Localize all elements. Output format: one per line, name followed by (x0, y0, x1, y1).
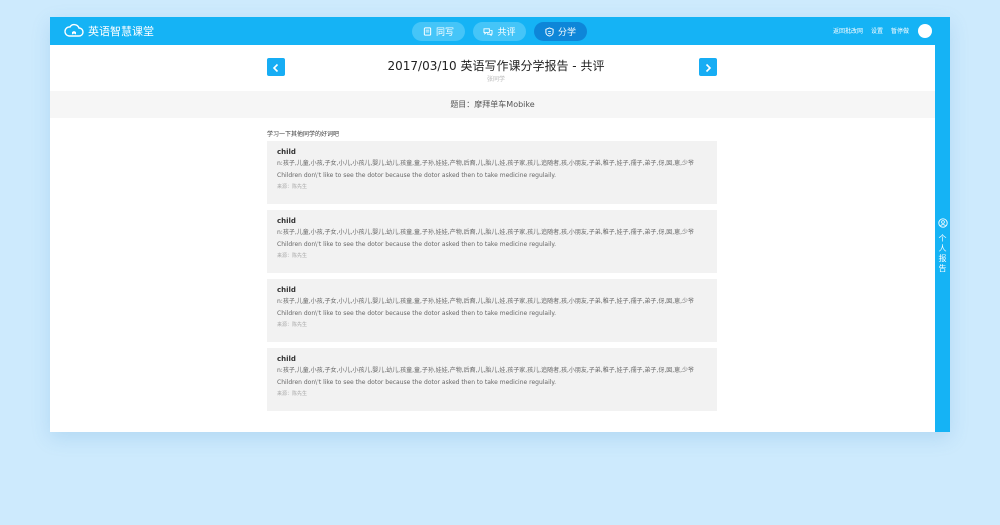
topic-bar: 题目：摩拜单车Mobike (50, 91, 935, 118)
card-example: Children don\'t like to see the dotor be… (277, 241, 557, 248)
card-example: Children don\'t like to see the dotor be… (277, 172, 557, 179)
tab-tongxie[interactable]: 同写 (412, 22, 465, 41)
logo[interactable]: 英语智慧课堂 (64, 22, 154, 40)
homework-link[interactable]: 暂停做 (891, 26, 909, 35)
card-definition: n:孩子,儿童,小孩,子女,小儿,小孩儿,婴儿,幼儿,孩童,童,子孙,娃娃,产物… (277, 160, 695, 167)
vocabulary-list: child n:孩子,儿童,小孩,子女,小儿,小孩儿,婴儿,幼儿,孩童,童,子孙… (267, 141, 717, 417)
top-links: 返回批改网 设置 暂停做 (833, 26, 909, 35)
topic-text: 题目：摩拜单车Mobike (450, 100, 535, 109)
page-title: 2017/03/10 英语写作课分学报告 - 共评 (387, 59, 605, 73)
card-word: child (277, 148, 296, 156)
vocabulary-card: child n:孩子,儿童,小孩,子女,小儿,小孩儿,婴儿,幼儿,孩童,童,子孙… (267, 279, 717, 342)
tab-fenxue[interactable]: 分学 (534, 22, 587, 41)
section-hint: 学习一下其他同学的好词吧 (267, 131, 340, 138)
cloud-book-icon (64, 23, 84, 39)
card-definition: n:孩子,儿童,小孩,子女,小儿,小孩儿,婴儿,幼儿,孩童,童,子孙,娃娃,产物… (277, 298, 695, 305)
card-source: 来源：陈先生 (277, 253, 308, 259)
card-definition: n:孩子,儿童,小孩,子女,小儿,小孩儿,婴儿,幼儿,孩童,童,子孙,娃娃,产物… (277, 229, 695, 236)
card-definition: n:孩子,儿童,小孩,子女,小儿,小孩儿,婴儿,幼儿,孩童,童,子孙,娃娃,产物… (277, 367, 695, 374)
vocabulary-card: child n:孩子,儿童,小孩,子女,小儿,小孩儿,婴儿,幼儿,孩童,童,子孙… (267, 348, 717, 411)
previous-report-button[interactable] (267, 58, 285, 76)
card-example: Children don\'t like to see the dotor be… (277, 379, 557, 386)
back-link[interactable]: 返回批改网 (833, 26, 863, 35)
settings-link[interactable]: 设置 (871, 26, 883, 35)
tab-label: 同写 (435, 28, 454, 38)
next-report-button[interactable] (699, 58, 717, 76)
student-name: 张同学 (486, 76, 505, 83)
card-source: 来源：陈先生 (277, 184, 308, 190)
card-word: child (277, 286, 296, 294)
card-word: child (277, 217, 296, 225)
avatar[interactable] (918, 24, 932, 38)
document-icon (423, 27, 432, 36)
main-nav: 同写 共评 分学 (412, 22, 587, 41)
tab-label: 共评 (497, 28, 516, 38)
app-window: 英语智慧课堂 同写 共评 分学 返回批改网 设置 暂停做 2017/03/10 … (50, 17, 950, 432)
personal-report-button[interactable]: 个人报告 (935, 213, 950, 274)
side-rail: 个人报告 (935, 45, 950, 432)
personal-report-label: 个人报告 (938, 234, 947, 273)
tab-label: 分学 (557, 28, 576, 38)
card-source: 来源：陈先生 (277, 322, 308, 328)
logo-text: 英语智慧课堂 (88, 25, 154, 38)
card-word: child (277, 355, 296, 363)
vocabulary-card: child n:孩子,儿童,小孩,子女,小儿,小孩儿,婴儿,幼儿,孩童,童,子孙… (267, 141, 717, 204)
card-example: Children don\'t like to see the dotor be… (277, 310, 557, 317)
vocabulary-card: child n:孩子,儿童,小孩,子女,小儿,小孩儿,婴儿,幼儿,孩童,童,子孙… (267, 210, 717, 273)
chat-icon (483, 27, 493, 36)
user-circle-icon (937, 213, 948, 232)
top-bar: 英语智慧课堂 同写 共评 分学 返回批改网 设置 暂停做 (50, 17, 950, 45)
card-source: 来源：陈先生 (277, 391, 308, 397)
tab-gongping[interactable]: 共评 (473, 22, 526, 41)
chevron-left-icon (272, 58, 280, 77)
badge-icon (545, 26, 554, 37)
chevron-right-icon (704, 58, 712, 77)
